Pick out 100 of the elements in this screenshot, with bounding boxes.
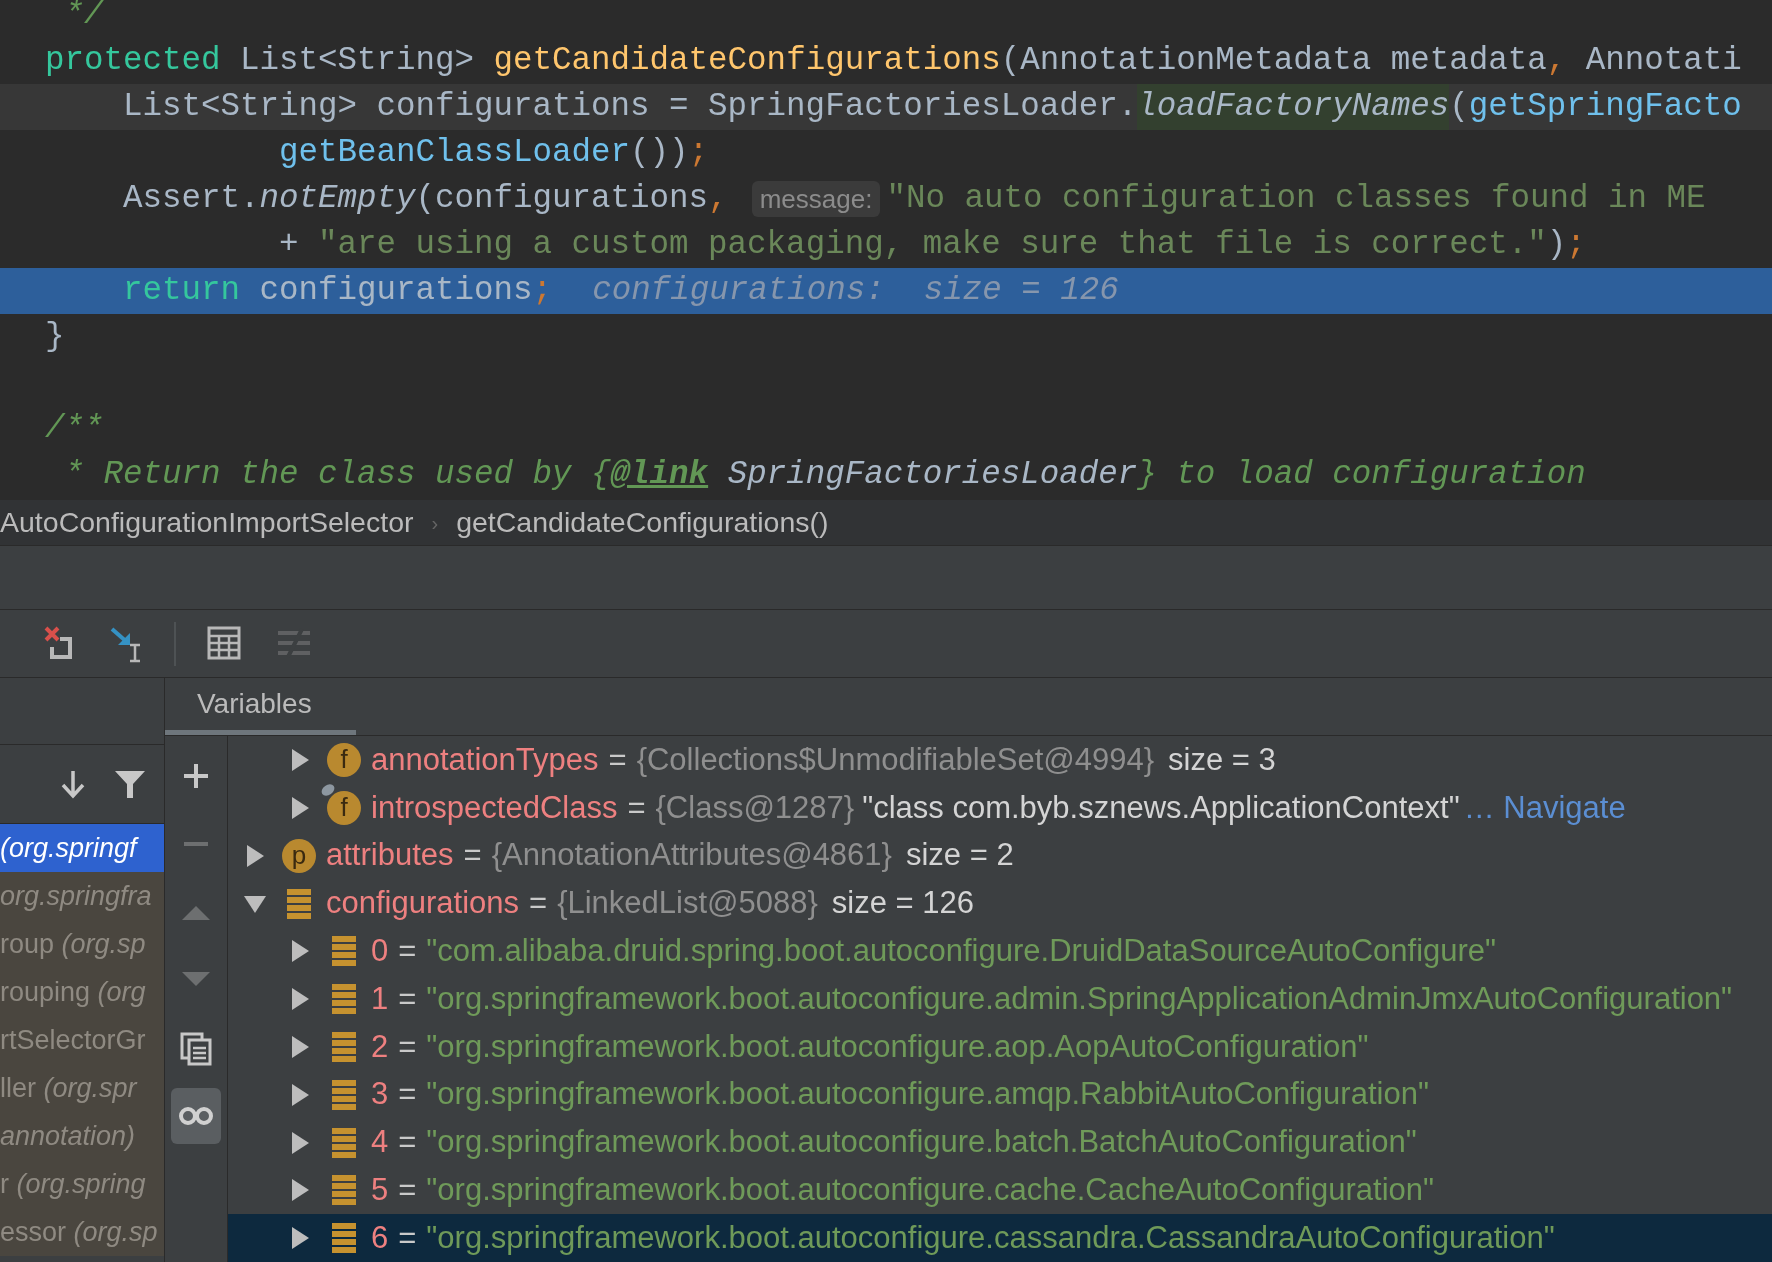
code-text: ())	[630, 133, 689, 173]
variable-name: attributes	[326, 836, 454, 875]
equals-sign: =	[398, 979, 417, 1018]
stack-frame[interactable]: roup (org.sp	[0, 920, 164, 968]
string-value: "org.springframework.boot.autoconfigure.cache.CacheAutoConfiguration"	[426, 1171, 1435, 1210]
variable-name: introspectedClass	[371, 788, 618, 827]
value-text: size = 2	[905, 836, 1014, 875]
variable-name: configurations	[326, 884, 519, 923]
string-value: "org.springframework.boot.autoconfigure.batch.BatchAutoConfiguration"	[426, 1123, 1417, 1162]
punctuation: ;	[1566, 225, 1586, 265]
variable-name: annotationTypes	[371, 740, 599, 779]
variable-name: 2	[371, 1027, 389, 1066]
field-icon: f	[327, 790, 361, 825]
frame-location: org.springfra	[0, 881, 152, 911]
doc-tag: @link	[610, 452, 709, 498]
comment-text: } to load configuration	[1137, 455, 1586, 495]
equals-sign: =	[463, 836, 482, 875]
method-name: getCandidateConfigurations	[493, 41, 1001, 81]
code-text: }	[45, 317, 65, 357]
frame-method: rouping	[0, 977, 92, 1007]
keyword: protected	[45, 41, 221, 81]
comment-text: * Return the class used by {	[63, 455, 611, 495]
frame-location: (org.spring	[16, 1169, 146, 1199]
string-value: "org.springframework.boot.autoconfigure.admin.SpringApplicationAdminJmxAutoConfiguration"	[426, 979, 1733, 1018]
equals-sign: =	[398, 1075, 417, 1114]
code-text: +	[278, 225, 300, 265]
variable-name: 0	[371, 932, 389, 971]
inline-debug-value: configurations: size = 126	[592, 271, 1119, 311]
stack-frame[interactable]: annotation)	[0, 1112, 164, 1160]
parameter-hint: message:	[751, 181, 881, 217]
breadcrumb-item[interactable]: AutoConfigurationImportSelector	[0, 501, 414, 544]
equals-sign: =	[398, 1171, 417, 1210]
chevron-icon: ›	[431, 507, 439, 538]
equals-sign: =	[398, 932, 417, 971]
frame-location: (org.sp	[61, 929, 146, 959]
variable-name: 5	[371, 1171, 389, 1210]
equals-sign: =	[608, 740, 627, 779]
frame-method: r	[0, 1169, 10, 1199]
string-value: "org.springframework.boot.autoconfigure.aop.AopAutoConfiguration"	[426, 1027, 1369, 1066]
object-reference: {Collections$UnmodifiableSet@4994}	[636, 740, 1155, 779]
object-reference: {Class@1287}	[655, 788, 855, 827]
code-text: (	[1449, 87, 1469, 127]
frame-location: (org.springf	[0, 833, 137, 863]
frame-location: annotation)	[0, 1121, 136, 1151]
frame-method: essor	[0, 1217, 68, 1247]
equals-sign: =	[529, 884, 548, 923]
variable-name: 6	[371, 1218, 389, 1257]
equals-sign: =	[398, 1218, 417, 1257]
navigate-link[interactable]: … Navigate	[1463, 784, 1626, 832]
method-call: getSpringFacto	[1468, 87, 1742, 127]
punctuation: ,	[1546, 41, 1567, 81]
frame-method: roup	[0, 929, 56, 959]
string-value: "com.alibaba.druid.spring.boot.autoconfigure.DruidDataSourceAutoConfigure"	[426, 932, 1497, 971]
variable-name: 1	[371, 979, 389, 1018]
glasses-icon[interactable]	[171, 1088, 221, 1145]
selected-tree-row[interactable]: 6 = "org.springframework.boot.autoconfigure.cassandra.CassandraAutoConfiguration"	[228, 1214, 1772, 1262]
punctuation: ,	[708, 179, 728, 219]
value-text: "class com.byb.sznews.ApplicationContext"	[862, 788, 1460, 827]
value-text: size = 126	[831, 884, 975, 923]
string-value: "org.springframework.boot.autoconfigure.cassandra.CassandraAutoConfiguration"	[426, 1218, 1555, 1257]
doc-reference: SpringFactoriesLoader	[726, 455, 1138, 495]
method-call: loadFactoryNames	[1137, 84, 1450, 130]
code-text: )	[1546, 225, 1567, 265]
method-call: getBeanClassLoader	[278, 133, 631, 173]
frame-method: ller	[0, 1073, 37, 1103]
variables-tab[interactable]: Variables	[165, 678, 356, 736]
code-text: configurations	[258, 271, 533, 311]
frame-location: (org.spr	[43, 1073, 137, 1103]
keyword: return	[122, 271, 241, 311]
equals-sign: =	[627, 788, 646, 827]
object-reference: {LinkedList@5088}	[557, 884, 818, 923]
code-text: (configurations	[415, 179, 709, 219]
comment-text: */	[63, 0, 104, 35]
field-icon: p	[282, 838, 316, 873]
string-literal: "are using a custom packaging, make sure that file is correct."	[318, 225, 1547, 265]
stack-frame[interactable]: org.springfra	[0, 872, 164, 920]
object-reference: {AnnotationAttributes@4861}	[491, 836, 892, 875]
stack-frame[interactable]: (org.springf	[0, 824, 164, 872]
breadcrumb-item[interactable]: getCandidateConfigurations()	[456, 501, 829, 544]
value-text: size = 3	[1168, 740, 1276, 779]
code-text: List<String> configurations = SpringFactoriesLoader.	[122, 87, 1138, 127]
equals-sign: =	[398, 1027, 417, 1066]
code-text: (AnnotationMetadata metadata	[1000, 41, 1547, 81]
field-icon: f	[327, 743, 361, 778]
comment-text: /**	[45, 409, 104, 449]
down-arrow-icon[interactable]	[60, 769, 86, 799]
code-text: Assert.	[122, 179, 260, 219]
punctuation: ;	[688, 133, 709, 173]
code-text: Annotati	[1584, 41, 1742, 81]
stack-frame[interactable]: rtSelectorGr	[0, 1016, 164, 1064]
stack-frame[interactable]: ller (org.spr	[0, 1064, 164, 1112]
frame-location: (org.sp	[73, 1217, 158, 1247]
stack-frame[interactable]: essor (org.sp	[0, 1208, 164, 1256]
stack-frame[interactable]: rouping (org	[0, 968, 164, 1016]
string-value: "org.springframework.boot.autoconfigure.amqp.RabbitAutoConfiguration"	[426, 1075, 1429, 1114]
equals-sign: =	[398, 1123, 417, 1162]
punctuation: ;	[532, 271, 553, 311]
stack-frame[interactable]: r (org.spring	[0, 1160, 164, 1208]
filter-icon[interactable]	[114, 769, 146, 799]
code-text: List<String>	[239, 41, 476, 81]
